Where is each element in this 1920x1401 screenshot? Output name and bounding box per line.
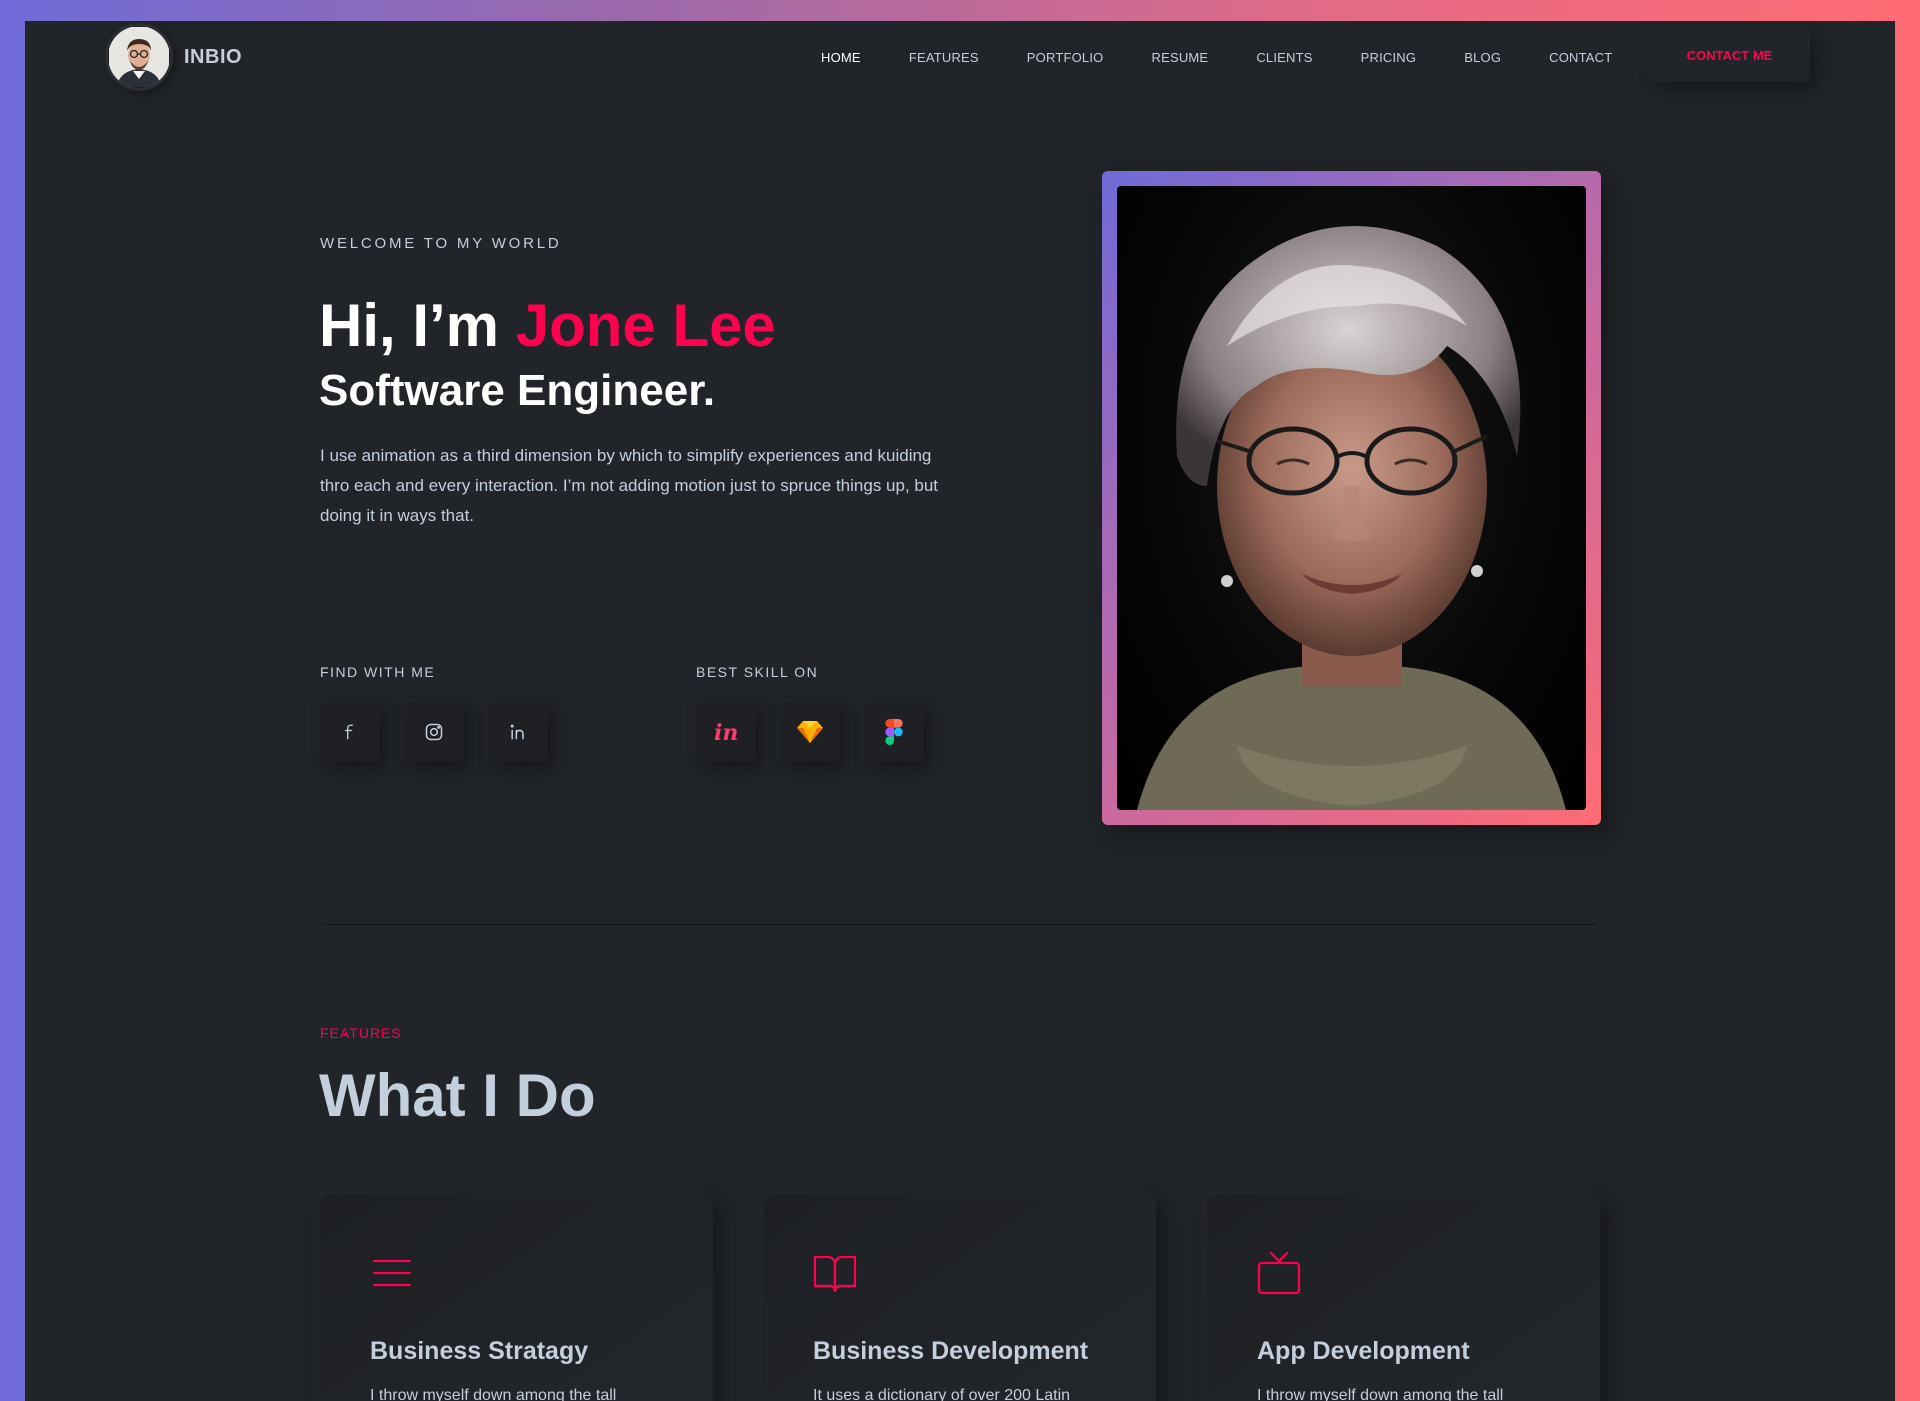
feature-card[interactable]: Business Stratagy I throw myself down am… bbox=[320, 1195, 713, 1401]
invision-icon: in bbox=[714, 720, 738, 746]
facebook-link[interactable] bbox=[320, 702, 380, 762]
page-frame: INBIO HOME FEATURES PORTFOLIO RESUME CLI… bbox=[25, 21, 1895, 1401]
invision-link[interactable]: in bbox=[696, 702, 756, 762]
feature-cards: Business Stratagy I throw myself down am… bbox=[320, 1195, 1600, 1401]
feature-card-text: I throw myself down among the tall bbox=[370, 1387, 617, 1401]
hero-description: I use animation as a third dimension by … bbox=[320, 446, 939, 525]
header: INBIO HOME FEATURES PORTFOLIO RESUME CLI… bbox=[25, 21, 1895, 93]
find-with-me-label: FIND WITH ME bbox=[320, 664, 436, 680]
nav-features[interactable]: FEATURES bbox=[909, 50, 979, 65]
portrait-photo bbox=[1117, 186, 1586, 810]
figma-icon bbox=[885, 719, 903, 745]
person-avatar-icon bbox=[105, 23, 173, 91]
svg-text:in: in bbox=[714, 720, 738, 746]
menu-lines-icon bbox=[372, 1259, 412, 1287]
feature-card[interactable]: App Development I throw myself down amon… bbox=[1207, 1195, 1600, 1401]
contact-me-button[interactable]: CONTACT ME bbox=[1649, 29, 1810, 82]
hero-role: Software Engineer. bbox=[319, 366, 716, 415]
sketch-link[interactable] bbox=[780, 702, 840, 762]
features-label: FEATURES bbox=[320, 1025, 402, 1041]
facebook-icon bbox=[344, 724, 353, 740]
hero-portrait-frame bbox=[1102, 171, 1601, 825]
linkedin-link[interactable] bbox=[488, 702, 548, 762]
welcome-text: WELCOME TO MY WORLD bbox=[320, 235, 562, 252]
features-title: What I Do bbox=[319, 1062, 596, 1129]
feature-card-text: It uses a dictionary of over 200 Latin bbox=[813, 1387, 1071, 1401]
open-book-icon bbox=[813, 1255, 857, 1293]
figma-link[interactable] bbox=[864, 702, 924, 762]
nav-pricing[interactable]: PRICING bbox=[1361, 50, 1417, 65]
brand[interactable]: INBIO bbox=[105, 23, 242, 91]
hero-heading: Hi, I’m Jone Lee bbox=[319, 291, 776, 360]
nav-home[interactable]: HOME bbox=[821, 50, 861, 65]
hero-name: Jone Lee bbox=[515, 292, 776, 359]
nav-resume[interactable]: RESUME bbox=[1151, 50, 1208, 65]
linkedin-icon bbox=[510, 724, 524, 740]
instagram-link[interactable] bbox=[404, 702, 464, 762]
feature-card-title: Business Stratagy bbox=[370, 1337, 589, 1365]
tv-icon bbox=[1257, 1251, 1301, 1295]
skill-links: in bbox=[696, 702, 948, 762]
nav-clients[interactable]: CLIENTS bbox=[1256, 50, 1312, 65]
feature-card-title: Business Development bbox=[813, 1337, 1089, 1365]
brand-name: INBIO bbox=[184, 45, 243, 68]
feature-card-text: I throw myself down among the tall bbox=[1257, 1387, 1504, 1401]
feature-card[interactable]: Business Development It uses a dictionar… bbox=[763, 1195, 1156, 1401]
social-links bbox=[320, 702, 572, 762]
nav-blog[interactable]: BLOG bbox=[1464, 50, 1501, 65]
nav-contact[interactable]: CONTACT bbox=[1549, 50, 1612, 65]
greeting: Hi, I’m bbox=[319, 292, 516, 359]
feature-card-title: App Development bbox=[1257, 1337, 1470, 1365]
instagram-icon bbox=[425, 723, 443, 741]
nav-portfolio[interactable]: PORTFOLIO bbox=[1027, 50, 1104, 65]
main-nav: HOME FEATURES PORTFOLIO RESUME CLIENTS P… bbox=[821, 21, 1660, 93]
sketch-icon bbox=[797, 721, 823, 743]
section-divider bbox=[323, 924, 1596, 925]
best-skill-label: BEST SKILL ON bbox=[696, 664, 819, 680]
